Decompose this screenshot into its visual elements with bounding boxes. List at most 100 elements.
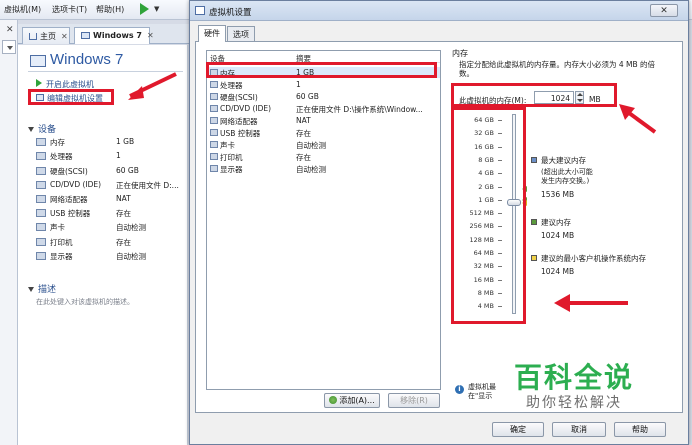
device-summary: 存在 [296, 153, 311, 162]
display-icon [36, 252, 46, 260]
cd-dvd-icon [210, 105, 218, 112]
annotation-box-memory-field [451, 83, 617, 107]
device-row-usb[interactable]: USB 控制器 存在 [36, 208, 196, 222]
guest-min-value: 1024 MB [541, 267, 575, 276]
cancel-button[interactable]: 取消 [552, 422, 606, 437]
menu-tabs[interactable]: 选项卡(T) [52, 4, 87, 15]
power-dropdown-icon[interactable]: ▼ [154, 5, 159, 13]
network-adapter-icon [36, 195, 46, 203]
device-summary: 60 GB [296, 92, 319, 101]
vm-title: Windows 7 [50, 51, 124, 68]
info-text-line2: 在"显示 [468, 392, 493, 400]
collapse-icon [28, 127, 34, 132]
max-recommended-note: (超出此大小可能 [541, 168, 593, 176]
device-name: 显示器 [220, 165, 243, 174]
annotation-arrow [619, 104, 657, 134]
device-summary: 1 [296, 80, 301, 89]
hard-disk-icon [210, 93, 218, 100]
annotation-box-memory-slider [451, 107, 526, 324]
tab-options[interactable]: 选项 [227, 26, 255, 41]
device-name: 声卡 [50, 223, 65, 232]
device-row-display[interactable]: 显示器 自动检测 [207, 163, 440, 174]
device-value: 1 [116, 151, 121, 160]
device-row-network[interactable]: 网络适配器 NAT [207, 115, 440, 126]
recommended-legend-icon [531, 219, 537, 225]
device-name: 打印机 [50, 238, 73, 247]
max-recommended-title: 最大建议内存 [541, 156, 586, 165]
device-value: 自动检测 [116, 223, 146, 232]
guest-min-legend-icon [531, 255, 537, 261]
tab-home[interactable]: 主页 ✕ [22, 27, 70, 44]
description-placeholder[interactable]: 在此处键入对该虚拟机的描述。 [36, 297, 134, 307]
printer-icon [210, 153, 218, 160]
cpu-icon [210, 81, 218, 88]
help-button[interactable]: 帮助 [614, 422, 666, 437]
recommended-title: 建议内存 [541, 218, 571, 227]
device-name: 处理器 [50, 152, 73, 161]
network-adapter-icon [210, 117, 218, 124]
library-dropdown[interactable] [2, 40, 16, 54]
usb-icon [210, 129, 218, 136]
sound-card-icon [36, 223, 46, 231]
watermark-logo: 百科全说 [514, 361, 635, 394]
tab-windows7[interactable]: Windows 7 ✕ [74, 27, 154, 44]
device-name: 显示器 [50, 252, 73, 261]
tab-hardware[interactable]: 硬件 [198, 25, 226, 42]
devices-section-header[interactable]: 设备 [28, 122, 56, 135]
vm-icon [81, 32, 90, 39]
device-row-hard-disk[interactable]: 硬盘(SCSI) 60 GB [36, 166, 196, 180]
device-value: NAT [116, 194, 131, 203]
device-row-cpu[interactable]: 处理器 1 [207, 79, 440, 90]
power-on-icon[interactable] [140, 3, 149, 15]
display-icon [210, 165, 218, 172]
ok-button[interactable]: 确定 [492, 422, 544, 437]
memory-section-title: 内存 [452, 49, 468, 58]
dialog-titlebar[interactable]: 虚拟机设置 ✕ [190, 1, 688, 21]
device-value: 1 GB [116, 137, 135, 146]
cd-dvd-icon [36, 181, 46, 189]
device-row-cd-dvd[interactable]: CD/DVD (IDE) 正在使用文件 D:\操作系统\Window... [207, 103, 440, 114]
device-row-cd-dvd[interactable]: CD/DVD (IDE) 正在使用文件 D:... [36, 180, 196, 194]
device-row-cpu[interactable]: 处理器 1 [36, 151, 196, 165]
remove-device-button[interactable]: 移除(R) [388, 393, 440, 408]
device-row-sound[interactable]: 声卡 自动检测 [36, 222, 196, 236]
menu-vm[interactable]: 虚拟机(M) [4, 4, 41, 15]
device-name: 网络适配器 [50, 195, 88, 204]
power-on-vm-label: 开启此虚拟机 [46, 80, 94, 89]
device-row-printer[interactable]: 打印机 存在 [207, 151, 440, 162]
devices-section-label: 设备 [38, 125, 57, 135]
device-name: 声卡 [220, 141, 235, 150]
device-name: CD/DVD (IDE) [220, 104, 272, 113]
device-row-memory[interactable]: 内存 1 GB [36, 137, 196, 151]
device-row-network[interactable]: 网络适配器 NAT [36, 194, 196, 208]
menu-help[interactable]: 帮助(H) [96, 4, 124, 15]
home-icon [29, 33, 37, 40]
device-summary: 正在使用文件 D:\操作系统\Window... [296, 105, 423, 114]
device-list[interactable]: 设备 摘要 内存 1 GB 处理器 1 硬盘(SCSI) 60 GB CD/DVD (… [206, 50, 441, 390]
description-section-header[interactable]: 描述 [28, 282, 56, 295]
max-recommended-value: 1536 MB [541, 190, 575, 199]
device-row-sound[interactable]: 声卡 自动检测 [207, 139, 440, 150]
tab-close-icon[interactable]: ✕ [147, 31, 154, 40]
close-button[interactable]: ✕ [650, 4, 678, 17]
add-device-button[interactable]: 添加(A)... [324, 393, 380, 408]
device-row-printer[interactable]: 打印机 存在 [36, 237, 196, 251]
device-summary: 自动检测 [296, 141, 326, 150]
device-row-display[interactable]: 显示器 自动检测 [36, 251, 196, 265]
device-summary: 存在 [296, 129, 311, 138]
library-close-icon[interactable]: ✕ [6, 25, 14, 35]
device-name: USB 控制器 [50, 209, 91, 218]
device-row-usb[interactable]: USB 控制器 存在 [207, 127, 440, 138]
tab-close-icon[interactable]: ✕ [61, 32, 68, 41]
device-name: USB 控制器 [220, 129, 261, 138]
device-value: 60 GB [116, 166, 139, 175]
sound-card-icon [210, 141, 218, 148]
device-value: 存在 [116, 209, 131, 218]
info-icon: i [455, 385, 464, 394]
description-section-label: 描述 [38, 285, 57, 295]
play-icon [36, 79, 42, 87]
device-name: 打印机 [220, 153, 243, 162]
cpu-icon [36, 152, 46, 160]
device-name: 内存 [50, 138, 65, 147]
device-row-hard-disk[interactable]: 硬盘(SCSI) 60 GB [207, 91, 440, 102]
